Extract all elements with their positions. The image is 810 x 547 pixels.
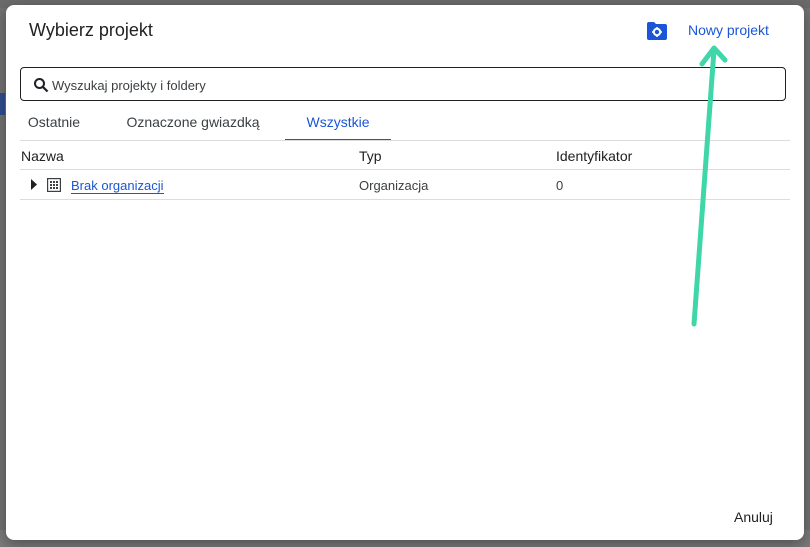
dialog-title: Wybierz projekt (29, 20, 153, 40)
column-header-id: Identyfikator (556, 148, 633, 164)
new-project-link[interactable]: Nowy projekt (688, 22, 769, 38)
tab-starred[interactable]: Oznaczone gwiazdką (118, 111, 268, 141)
tab-all[interactable]: Wszystkie (285, 111, 391, 141)
project-picker-dialog: Wybierz projekt Nowy projekt Ostatnie Oz… (6, 5, 804, 540)
building-icon (47, 178, 61, 192)
tab-recent[interactable]: Ostatnie (20, 111, 88, 141)
row-type: Organizacja (359, 178, 429, 193)
search-icon (34, 78, 49, 93)
row-name-link[interactable]: Brak organizacji (71, 178, 164, 194)
column-header-name: Nazwa (21, 148, 64, 164)
caret-right-icon[interactable] (30, 179, 38, 190)
search-input[interactable] (50, 74, 774, 96)
background-accent (0, 93, 5, 115)
table-header: Nazwa Typ Identyfikator (20, 140, 790, 170)
cancel-button[interactable]: Anuluj (734, 509, 773, 525)
search-box[interactable] (20, 67, 786, 101)
folder-settings-icon[interactable] (646, 21, 668, 41)
table-row[interactable]: Brak organizacji Organizacja 0 (20, 170, 790, 200)
column-header-type: Typ (359, 148, 382, 164)
row-id: 0 (556, 178, 564, 193)
